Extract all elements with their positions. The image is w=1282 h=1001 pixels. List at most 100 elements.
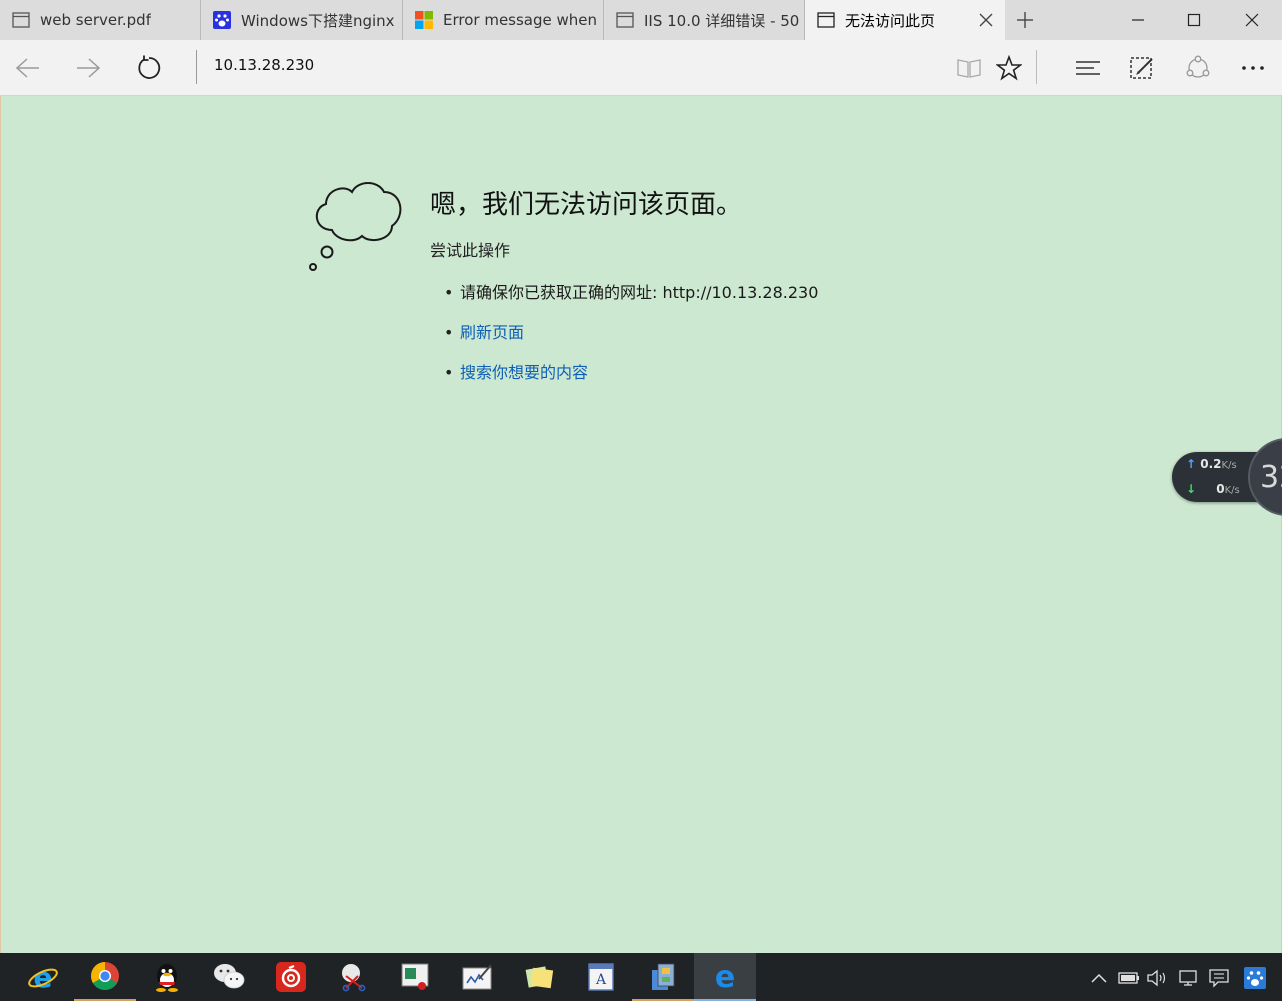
maximize-button[interactable] [1166,0,1222,40]
taskbar: e A e [0,953,1282,1001]
installer-icon [652,963,675,990]
wechat-icon [214,964,245,989]
error-title: 嗯，我们无法访问该页面。 [430,190,743,220]
show-hidden-icons-button[interactable] [1088,967,1110,989]
new-tab-button[interactable] [1012,8,1038,32]
suggestion-list: 请确保你已获取正确的网址: http://10.13.28.230 刷新页面 搜… [430,280,818,400]
battery-indicator[interactable] [1118,967,1140,989]
tab-web-server-pdf[interactable]: web server.pdf [0,0,201,40]
web-note-icon [1130,57,1153,79]
action-center-button[interactable] [1208,967,1230,989]
battery-icon [1118,972,1139,984]
signature-app-icon [462,964,492,990]
edge-icon: e [715,961,735,991]
taskbar-wechat[interactable] [198,953,260,1001]
volume-control[interactable] [1146,967,1168,989]
chrome-icon [91,962,119,990]
navigation-bar [0,40,1282,96]
thought-cloud-icon [309,182,402,271]
baidu-paw-icon [213,11,231,29]
reading-view-button[interactable] [949,48,989,88]
taskbar-text-editor[interactable]: A [570,953,632,1001]
book-icon [957,59,981,78]
tab-error-message[interactable]: Error message when [403,0,604,40]
baidu-paw-icon [1244,967,1266,989]
taskbar-installer[interactable] [632,953,694,1001]
suggestion-item: 搜索你想要的内容 [430,360,818,400]
download-arrow-icon: ↓ [1186,482,1197,496]
more-icon [1242,66,1264,70]
taskbar-internet-explorer[interactable]: e [12,953,74,1001]
taskbar-netease-music[interactable] [260,953,322,1001]
title-bar: web server.pdf Windows下搭建nginx Error mes… [0,0,1282,40]
refresh-icon [138,55,161,79]
netease-music-icon [276,962,306,992]
web-note-button[interactable] [1122,48,1162,88]
check-url-text: 请确保你已获取正确的网址: http://10.13.28.230 [460,283,819,302]
upload-speed: ↑ 0.2K/s [1186,457,1237,471]
toolbar-separator [1036,50,1037,84]
baidu-tray-app[interactable] [1244,967,1266,989]
tab-windows-nginx[interactable]: Windows下搭建nginx [201,0,403,40]
tab-label: IIS 10.0 详细错误 - 50 [644,11,800,30]
taskbar-sticky-notes[interactable] [508,953,570,1001]
qq-icon [156,964,178,992]
taskbar-edge[interactable]: e [694,953,756,1001]
address-bar[interactable]: 10.13.28.230 [214,56,314,74]
taskbar-chrome[interactable] [74,953,136,1001]
close-window-button[interactable] [1224,0,1280,40]
network-status[interactable] [1178,967,1200,989]
page-tab-icon [817,12,835,28]
screenshot-tool-icon [342,964,366,992]
address-separator [196,50,197,84]
taskbar-signature-app[interactable] [446,953,508,1001]
svg-text:e: e [34,961,53,993]
speaker-icon [1147,969,1166,987]
suggestion-item: 请确保你已获取正确的网址: http://10.13.28.230 [430,280,818,320]
suggestion-item: 刷新页面 [430,320,818,360]
hub-button[interactable] [1068,48,1108,88]
tab-label: web server.pdf [40,11,151,29]
page-content [0,96,1282,953]
close-tab-icon[interactable] [977,11,995,29]
tab-label: 无法访问此页 [845,11,936,30]
upload-arrow-icon: ↑ [1186,457,1197,471]
taskbar-screenshot-tool[interactable] [322,953,384,1001]
refresh-button[interactable] [129,48,169,88]
back-arrow-icon [15,58,39,78]
svg-text:e: e [715,961,735,991]
forward-button[interactable] [68,48,108,88]
tab-label: Windows下搭建nginx [241,11,395,30]
share-button[interactable] [1178,48,1218,88]
more-button[interactable] [1233,48,1273,88]
error-subtitle: 尝试此操作 [430,241,511,260]
share-icon [1186,55,1210,78]
hub-icon [1076,61,1100,75]
notification-icon [1209,969,1229,988]
presentation-app-icon [401,963,429,990]
network-icon [1179,970,1197,986]
maximize-icon [1187,13,1201,27]
forward-arrow-icon [77,58,101,78]
network-speed-widget[interactable]: ↑ 0.2K/s ↓ 0K/s 32 [1172,438,1282,516]
internet-explorer-icon: e [28,961,58,993]
document-tab-icon [12,12,30,28]
svg-text:A: A [595,972,607,988]
tab-cannot-reach-page[interactable]: 无法访问此页 [805,0,1005,40]
taskbar-presentation-app[interactable] [384,953,446,1001]
sticky-notes-icon [525,966,554,989]
refresh-page-link[interactable]: 刷新页面 [460,323,524,342]
microsoft-logo-icon [415,11,433,29]
favorite-button[interactable] [989,48,1029,88]
chevron-up-icon [1091,973,1107,983]
taskbar-qq[interactable] [136,953,198,1001]
tab-label: Error message when [443,11,598,29]
search-link[interactable]: 搜索你想要的内容 [460,363,588,382]
minimize-button[interactable] [1110,0,1166,40]
back-button[interactable] [8,48,48,88]
page-tab-icon [616,12,634,28]
minimize-icon [1132,19,1144,21]
close-icon [1245,13,1259,27]
text-editor-icon: A [588,963,614,991]
tab-iis-error[interactable]: IIS 10.0 详细错误 - 50 [604,0,805,40]
